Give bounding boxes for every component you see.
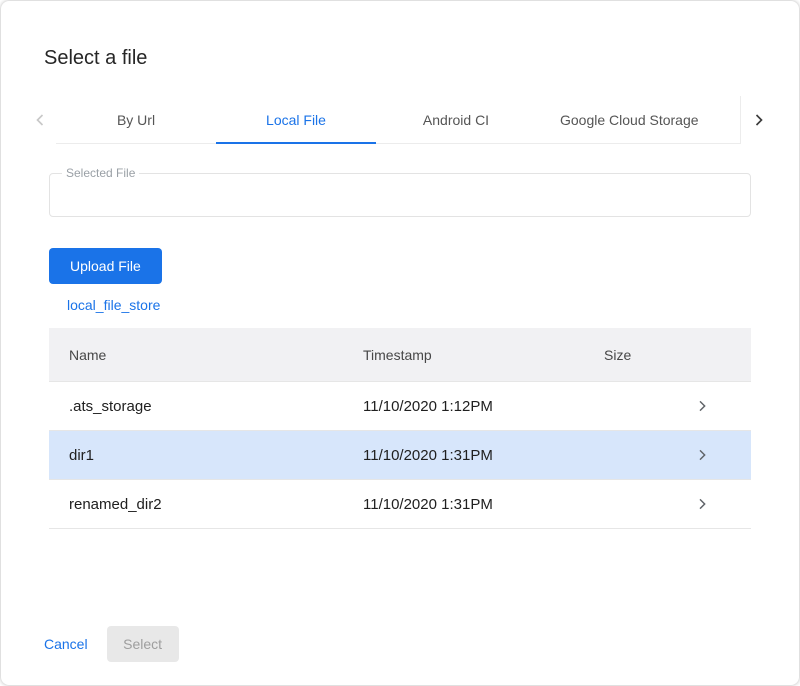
tab-label: Local File — [266, 112, 326, 128]
chevron-left-icon — [30, 110, 50, 130]
file-timestamp: 11/10/2020 1:31PM — [363, 447, 604, 464]
tab-local-file[interactable]: Local File — [216, 96, 376, 143]
file-name: renamed_dir2 — [69, 496, 363, 513]
chevron-right-icon — [749, 110, 769, 130]
file-name: dir1 — [69, 447, 363, 464]
table-header-row: Name Timestamp Size — [49, 328, 751, 382]
selected-file-label: Selected File — [62, 166, 139, 181]
tab-list: By Url Local File Android CI Google Clou… — [56, 96, 740, 144]
tab-bar: By Url Local File Android CI Google Clou… — [24, 96, 776, 144]
tab-google-cloud-storage[interactable]: Google Cloud Storage — [536, 96, 723, 143]
file-timestamp: 11/10/2020 1:31PM — [363, 496, 604, 513]
file-timestamp: 11/10/2020 1:12PM — [363, 398, 604, 415]
select-button[interactable]: Select — [107, 626, 179, 662]
table-row[interactable]: .ats_storage 11/10/2020 1:12PM — [49, 382, 751, 431]
dialog-actions: Cancel Select — [44, 626, 179, 662]
upload-file-button[interactable]: Upload File — [49, 248, 162, 284]
chevron-right-icon — [694, 398, 731, 414]
page-title: Select a file — [44, 46, 799, 70]
chevron-right-icon — [694, 496, 731, 512]
tab-label: By Url — [117, 112, 155, 128]
column-header-timestamp: Timestamp — [363, 347, 604, 363]
tab-label: Android CI — [423, 112, 489, 128]
tabs-scroll-left-button[interactable] — [24, 96, 56, 144]
selected-file-input[interactable] — [50, 174, 750, 216]
chevron-right-icon — [694, 447, 731, 463]
column-header-size: Size — [604, 347, 694, 363]
table-row[interactable]: dir1 11/10/2020 1:31PM — [49, 431, 751, 480]
tab-by-url[interactable]: By Url — [56, 96, 216, 143]
selected-file-field: Selected File — [49, 173, 751, 217]
column-header-name: Name — [69, 347, 363, 363]
file-table: Name Timestamp Size .ats_storage 11/10/2… — [49, 328, 751, 529]
local-file-store-link[interactable]: local_file_store — [67, 297, 160, 313]
select-file-dialog: Select a file By Url Local File Android … — [1, 1, 799, 685]
cancel-button[interactable]: Cancel — [44, 636, 88, 652]
file-name: .ats_storage — [69, 398, 363, 415]
tabs-scroll-right-button[interactable] — [740, 96, 776, 144]
tab-android-ci[interactable]: Android CI — [376, 96, 536, 143]
local-file-panel: Selected File Upload File local_file_sto… — [1, 173, 799, 529]
table-row[interactable]: renamed_dir2 11/10/2020 1:31PM — [49, 480, 751, 529]
tab-label: Google Cloud Storage — [560, 112, 699, 128]
